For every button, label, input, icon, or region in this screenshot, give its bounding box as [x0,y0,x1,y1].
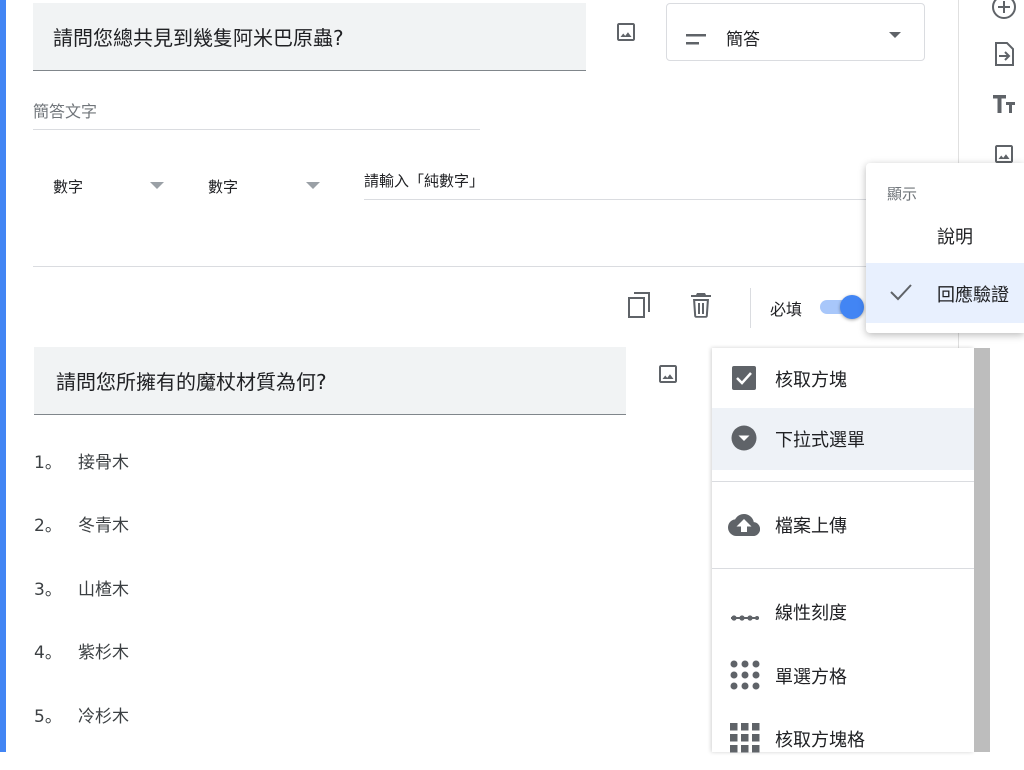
cloud-upload-icon [728,513,761,541]
duplicate-icon[interactable] [627,291,653,323]
question-title-field[interactable]: 請問您所擁有的魔杖材質為何? [34,347,626,415]
menu-item-dropdown[interactable]: 下拉式選單 [712,408,974,470]
required-label: 必填 [770,300,803,319]
option-number: 3。 [34,580,62,600]
option-number: 1。 [34,453,62,473]
menu-item-linear-scale[interactable]: 線性刻度 [712,581,974,643]
menu-item-description[interactable]: 說明 [866,205,1024,265]
menu-scrollbar[interactable] [974,348,990,752]
linear-scale-icon [731,607,759,626]
question-type-menu: 核取方塊 下拉式選單 檔案上傳 線性刻度 單選方格 核取方塊格 [712,348,974,753]
validation-kind-label: 數字 [53,178,84,196]
validation-condition-select[interactable]: 數字 [208,176,238,197]
menu-header: 顯示 [887,185,918,203]
menu-divider [712,481,974,482]
option-label: 接骨木 [78,453,129,473]
check-icon [889,282,913,306]
question-title-field[interactable]: 請問您總共見到幾隻阿米巴原蟲? [33,3,586,71]
option-label: 山楂木 [78,580,129,600]
image-icon[interactable] [656,362,680,386]
chevron-down-icon [889,32,901,38]
validation-condition-label: 數字 [208,178,239,196]
menu-item-checkbox-grid[interactable]: 核取方塊格 [712,708,974,770]
question-type-label: 簡答 [726,30,760,50]
question-title-text: 請問您總共見到幾隻阿米巴原蟲? [53,26,344,50]
image-icon[interactable] [614,20,638,44]
menu-item-label: 核取方塊格 [775,730,865,751]
list-item[interactable]: 1。 接骨木 [34,448,129,473]
menu-item-label: 說明 [937,227,973,248]
dropdown-icon [731,425,757,455]
add-title-icon[interactable] [991,93,1017,119]
checkbox-icon [731,365,757,395]
short-answer-placeholder: 簡答文字 [33,98,480,130]
list-item[interactable]: 2。 冬青木 [34,511,129,536]
menu-item-label: 單選方格 [775,667,847,688]
footer-vertical-divider [750,288,751,328]
list-item[interactable]: 3。 山楂木 [34,575,129,600]
menu-item-file-upload[interactable]: 檔案上傳 [712,494,974,556]
question-title-text: 請問您所擁有的魔杖材質為何? [56,370,327,394]
validation-kind-select[interactable]: 數字 [53,176,83,197]
menu-item-label: 核取方塊 [775,370,847,391]
required-toggle[interactable] [840,295,864,319]
import-questions-icon[interactable] [993,41,1015,71]
list-item[interactable]: 5。 冷杉木 [34,702,129,727]
footer-divider [33,266,868,267]
option-number: 2。 [34,516,62,536]
menu-item-checkboxes[interactable]: 核取方塊 [712,348,974,410]
card-accent-bar [0,0,6,752]
validation-error-input[interactable]: 請輸入「純數字」 [364,170,884,200]
option-label: 紫杉木 [78,643,129,663]
chevron-down-icon [306,182,320,189]
menu-item-label: 下拉式選單 [775,430,865,451]
menu-divider [712,568,974,569]
page-margin [990,348,1024,752]
option-number: 4。 [34,643,62,663]
add-question-icon[interactable] [991,0,1017,24]
short-answer-icon [686,31,708,50]
menu-item-label: 線性刻度 [775,603,847,624]
option-number: 5。 [34,707,62,727]
option-label: 冬青木 [78,516,129,536]
delete-icon[interactable] [690,292,712,322]
menu-item-multiple-choice-grid[interactable]: 單選方格 [712,645,974,707]
question-type-select[interactable]: 簡答 [666,3,925,61]
option-label: 冷杉木 [78,707,129,727]
menu-item-label: 檔案上傳 [775,516,847,537]
chevron-down-icon [150,182,164,189]
list-item[interactable]: 4。 紫杉木 [34,638,129,663]
menu-item-response-validation[interactable]: 回應驗證 [866,263,1024,323]
validation-error-text: 請輸入「純數字」 [364,172,485,190]
menu-item-label: 回應驗證 [937,285,1009,306]
radio-grid-icon [730,660,760,694]
display-options-menu: 顯示 說明 回應驗證 [866,163,1024,333]
